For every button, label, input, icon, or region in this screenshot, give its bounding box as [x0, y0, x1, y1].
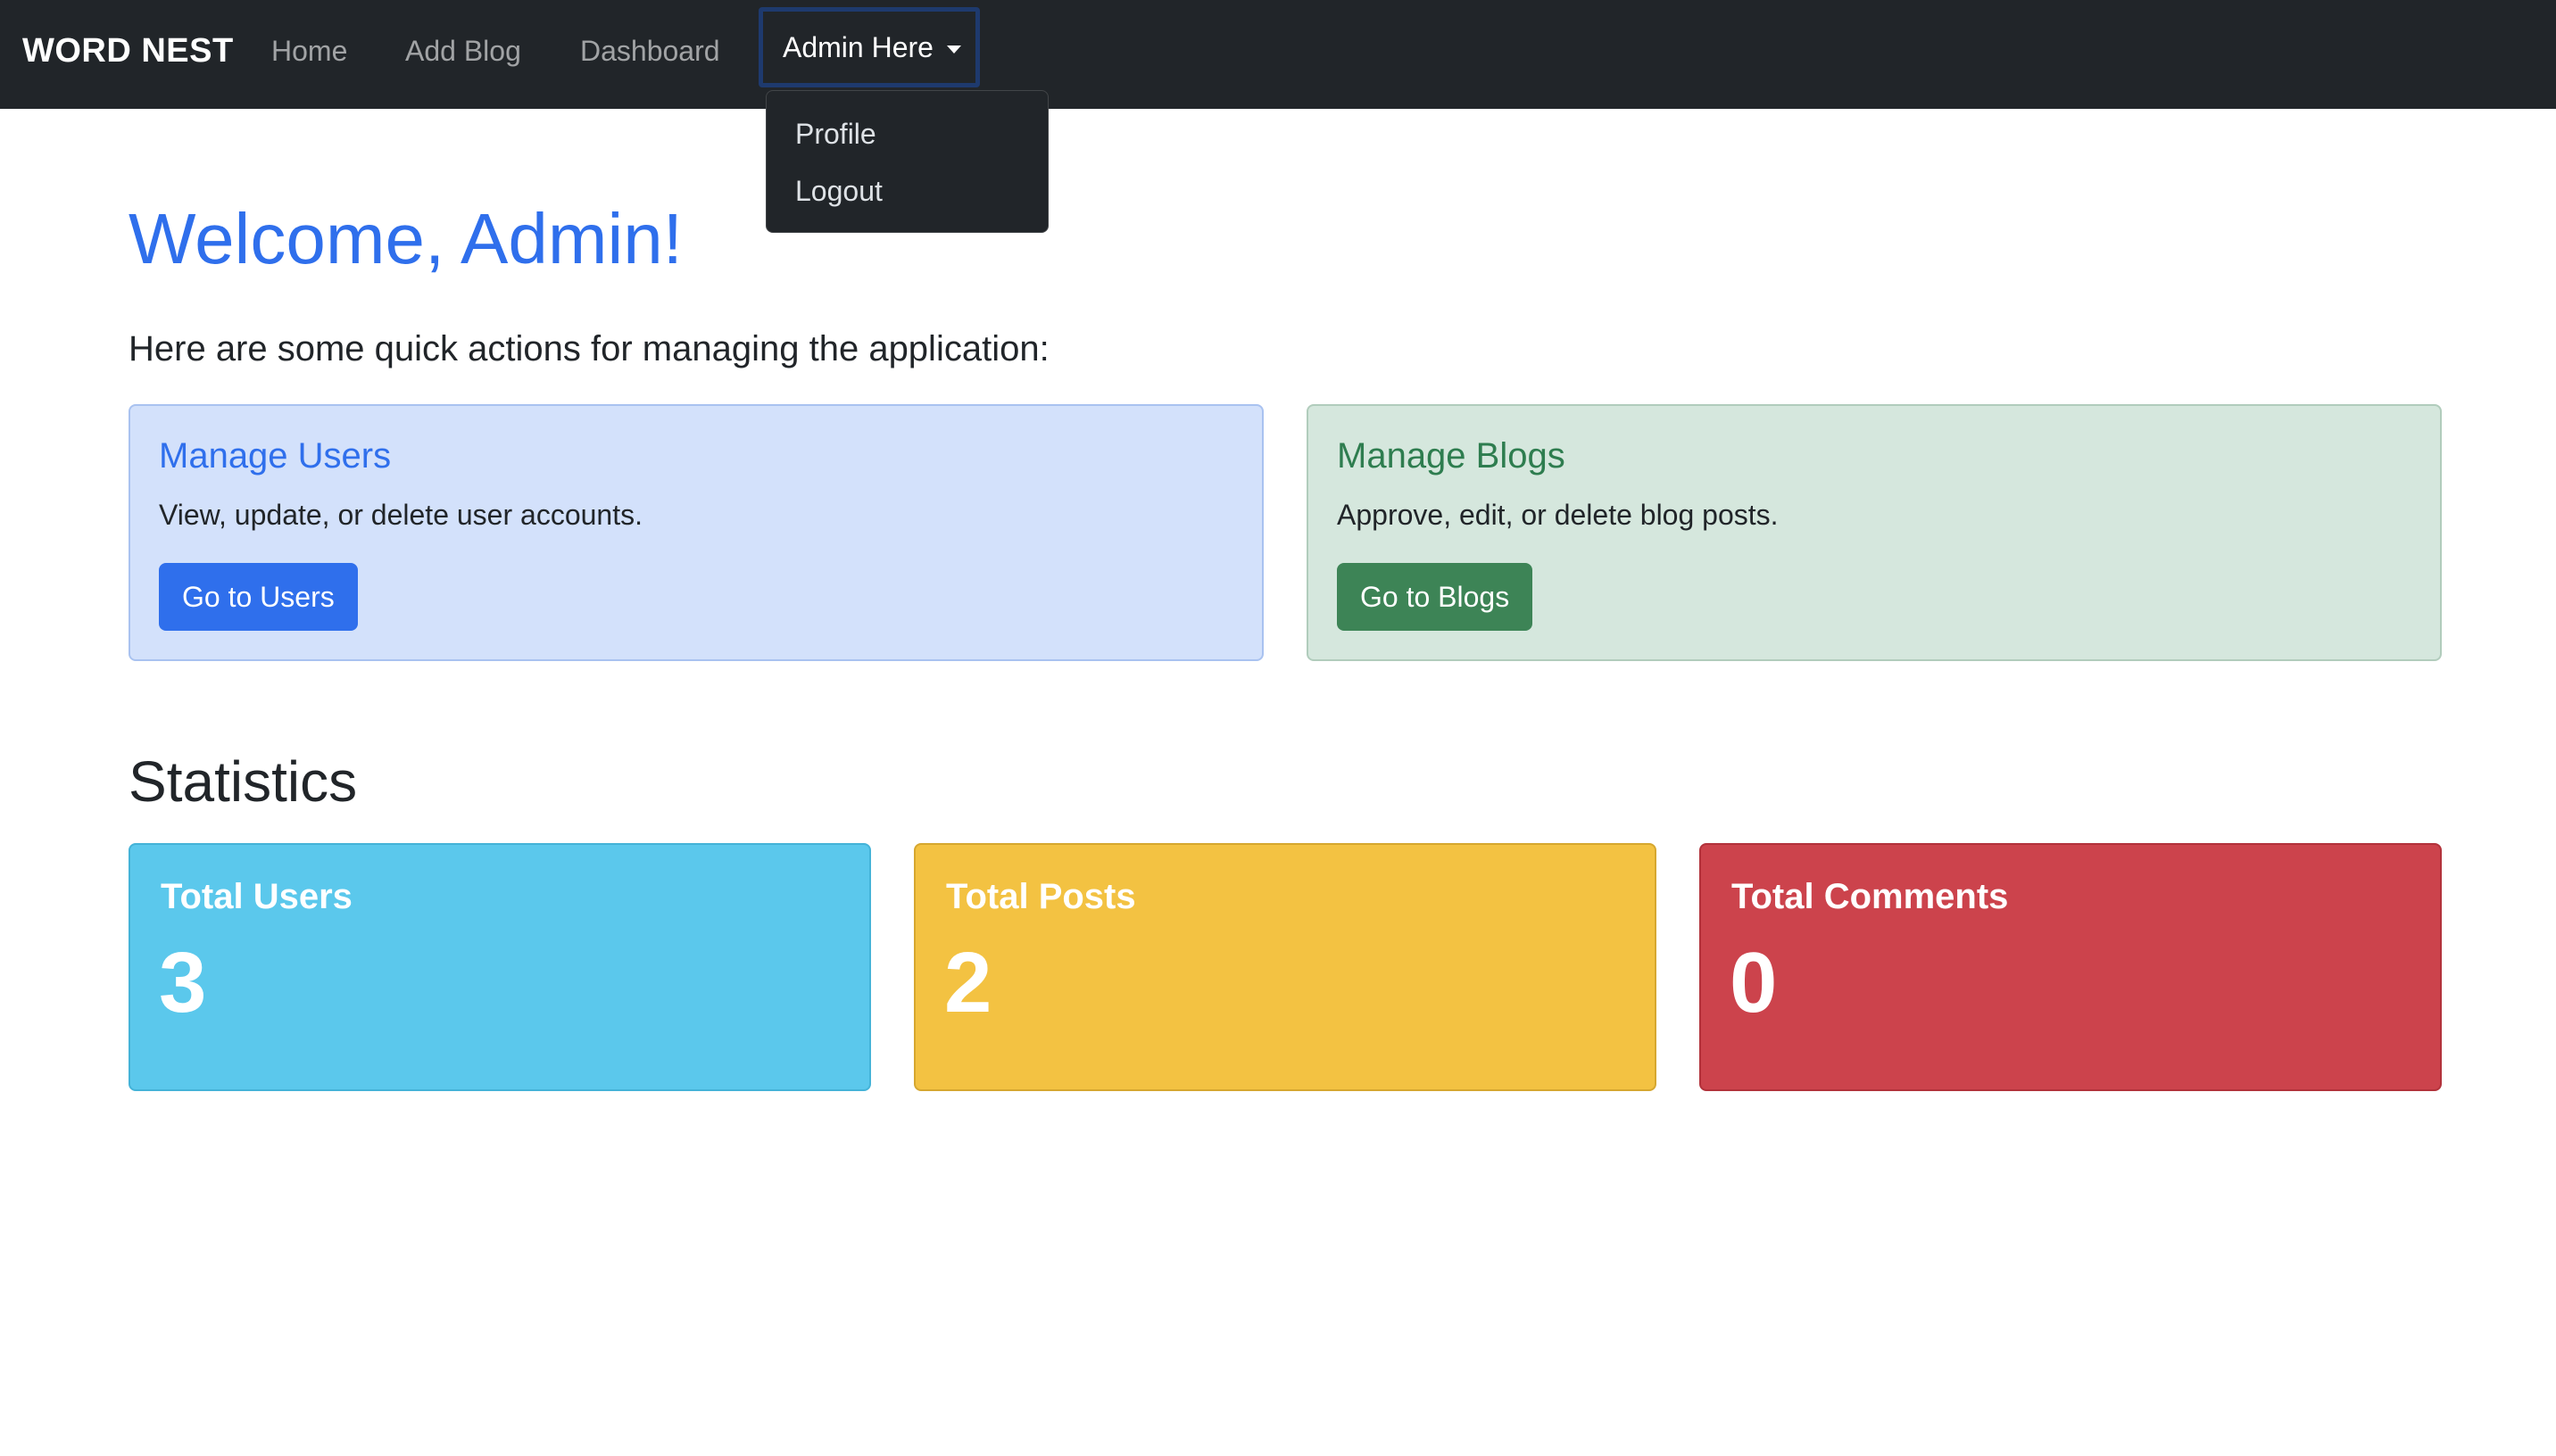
nav-link-home[interactable]: Home	[271, 0, 347, 102]
stat-value: 3	[159, 935, 207, 1030]
manage-blogs-description: Approve, edit, or delete blog posts.	[1337, 499, 1779, 531]
caret-down-icon	[947, 46, 961, 54]
nav-link-add-blog[interactable]: Add Blog	[405, 0, 521, 102]
stat-title: Total Comments	[1731, 877, 2009, 916]
manage-users-card: Manage Users View, update, or delete use…	[129, 404, 1264, 661]
navbar: WORD NEST Home Add Blog Dashboard Admin …	[0, 0, 2556, 109]
admin-dropdown-label: Admin Here	[783, 31, 934, 63]
statistics-heading: Statistics	[129, 749, 358, 814]
page-title: Welcome, Admin!	[129, 199, 683, 278]
stat-card-total-comments: Total Comments 0	[1699, 843, 2442, 1091]
stat-title: Total Posts	[946, 877, 1136, 916]
manage-blogs-card: Manage Blogs Approve, edit, or delete bl…	[1307, 404, 2442, 661]
nav-link-dashboard[interactable]: Dashboard	[580, 0, 720, 102]
stat-value: 0	[1730, 935, 1778, 1030]
dropdown-item-logout[interactable]: Logout	[795, 173, 883, 209]
stat-value: 2	[944, 935, 992, 1030]
intro-text: Here are some quick actions for managing…	[129, 329, 1050, 368]
brand-logo[interactable]: WORD NEST	[22, 0, 234, 102]
go-to-users-button[interactable]: Go to Users	[159, 563, 358, 631]
stat-card-total-posts: Total Posts 2	[914, 843, 1656, 1091]
admin-dropdown-menu: Profile Logout	[766, 90, 1049, 233]
go-to-blogs-button[interactable]: Go to Blogs	[1337, 563, 1533, 631]
admin-dropdown-toggle[interactable]: Admin Here	[759, 7, 980, 87]
stat-title: Total Users	[161, 877, 353, 916]
manage-blogs-title: Manage Blogs	[1337, 436, 1565, 476]
manage-users-title: Manage Users	[159, 436, 392, 476]
manage-users-description: View, update, or delete user accounts.	[159, 499, 643, 531]
dropdown-item-profile[interactable]: Profile	[795, 116, 876, 152]
stat-card-total-users: Total Users 3	[129, 843, 871, 1091]
